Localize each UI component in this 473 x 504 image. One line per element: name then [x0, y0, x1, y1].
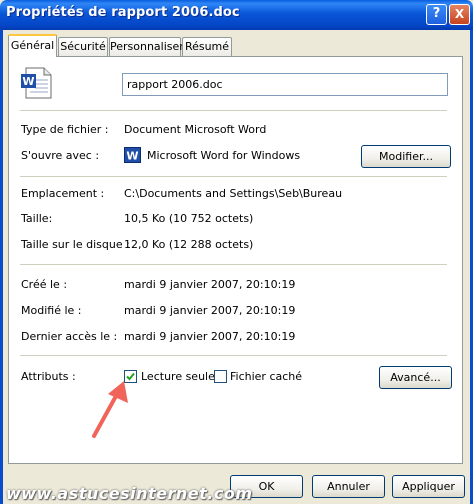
annotation-arrow-icon [92, 381, 128, 438]
accessed-label: Dernier accès le : [21, 330, 118, 343]
tab-security[interactable]: Sécurité [58, 37, 108, 56]
title-bar: Propriétés de rapport 2006.doc ? X [0, 0, 473, 30]
separator [20, 176, 447, 177]
disk-size-value: 12,0 Ko (12 288 octets) [124, 238, 254, 251]
hidden-label[interactable]: Fichier caché [230, 370, 302, 383]
location-value: C:\Documents and Settings\Seb\Bureau [124, 187, 343, 200]
tab-general[interactable]: Général [8, 34, 57, 57]
svg-text:W: W [22, 75, 34, 88]
separator [20, 355, 447, 356]
separator [20, 264, 447, 265]
disk-size-label: Taille sur le disque : [21, 238, 130, 251]
size-label: Taille: [21, 212, 53, 225]
location-label: Emplacement : [21, 187, 105, 200]
word-app-icon: W [124, 147, 141, 163]
accessed-value: mardi 9 janvier 2007, 20:10:19 [124, 330, 296, 343]
modify-button[interactable]: Modifier... [361, 145, 451, 168]
window-title: Propriétés de rapport 2006.doc [6, 5, 240, 20]
word-document-icon: W [21, 67, 52, 99]
readonly-label[interactable]: Lecture seule [141, 370, 215, 383]
size-value: 10,5 Ko (10 752 octets) [124, 212, 254, 225]
hidden-checkbox[interactable] [214, 370, 227, 383]
created-value: mardi 9 janvier 2007, 20:10:19 [124, 278, 296, 291]
opens-with-value: Microsoft Word for Windows [147, 149, 301, 162]
help-button[interactable]: ? [426, 4, 447, 25]
modified-label: Modifié le : [21, 304, 82, 317]
created-label: Créé le : [21, 278, 68, 291]
attributes-label: Attributs : [21, 370, 76, 383]
opens-with-label: S'ouvre avec : [21, 149, 100, 162]
separator [20, 110, 447, 111]
general-panel [8, 56, 463, 464]
cancel-button[interactable]: Annuler [312, 475, 385, 498]
modified-value: mardi 9 janvier 2007, 20:10:19 [124, 304, 296, 317]
tab-summary[interactable]: Résumé [182, 37, 232, 56]
file-type-value: Document Microsoft Word [124, 123, 267, 136]
apply-button[interactable]: Appliquer [392, 475, 465, 498]
watermark: www.astucesinternet.com [6, 484, 253, 503]
svg-text:W: W [126, 150, 138, 163]
advanced-button[interactable]: Avancé... [379, 366, 452, 389]
file-type-label: Type de fichier : [21, 123, 109, 136]
close-button[interactable]: X [449, 4, 470, 25]
filename-input[interactable]: rapport 2006.doc [122, 73, 448, 96]
tab-customize[interactable]: Personnaliser [109, 37, 184, 56]
